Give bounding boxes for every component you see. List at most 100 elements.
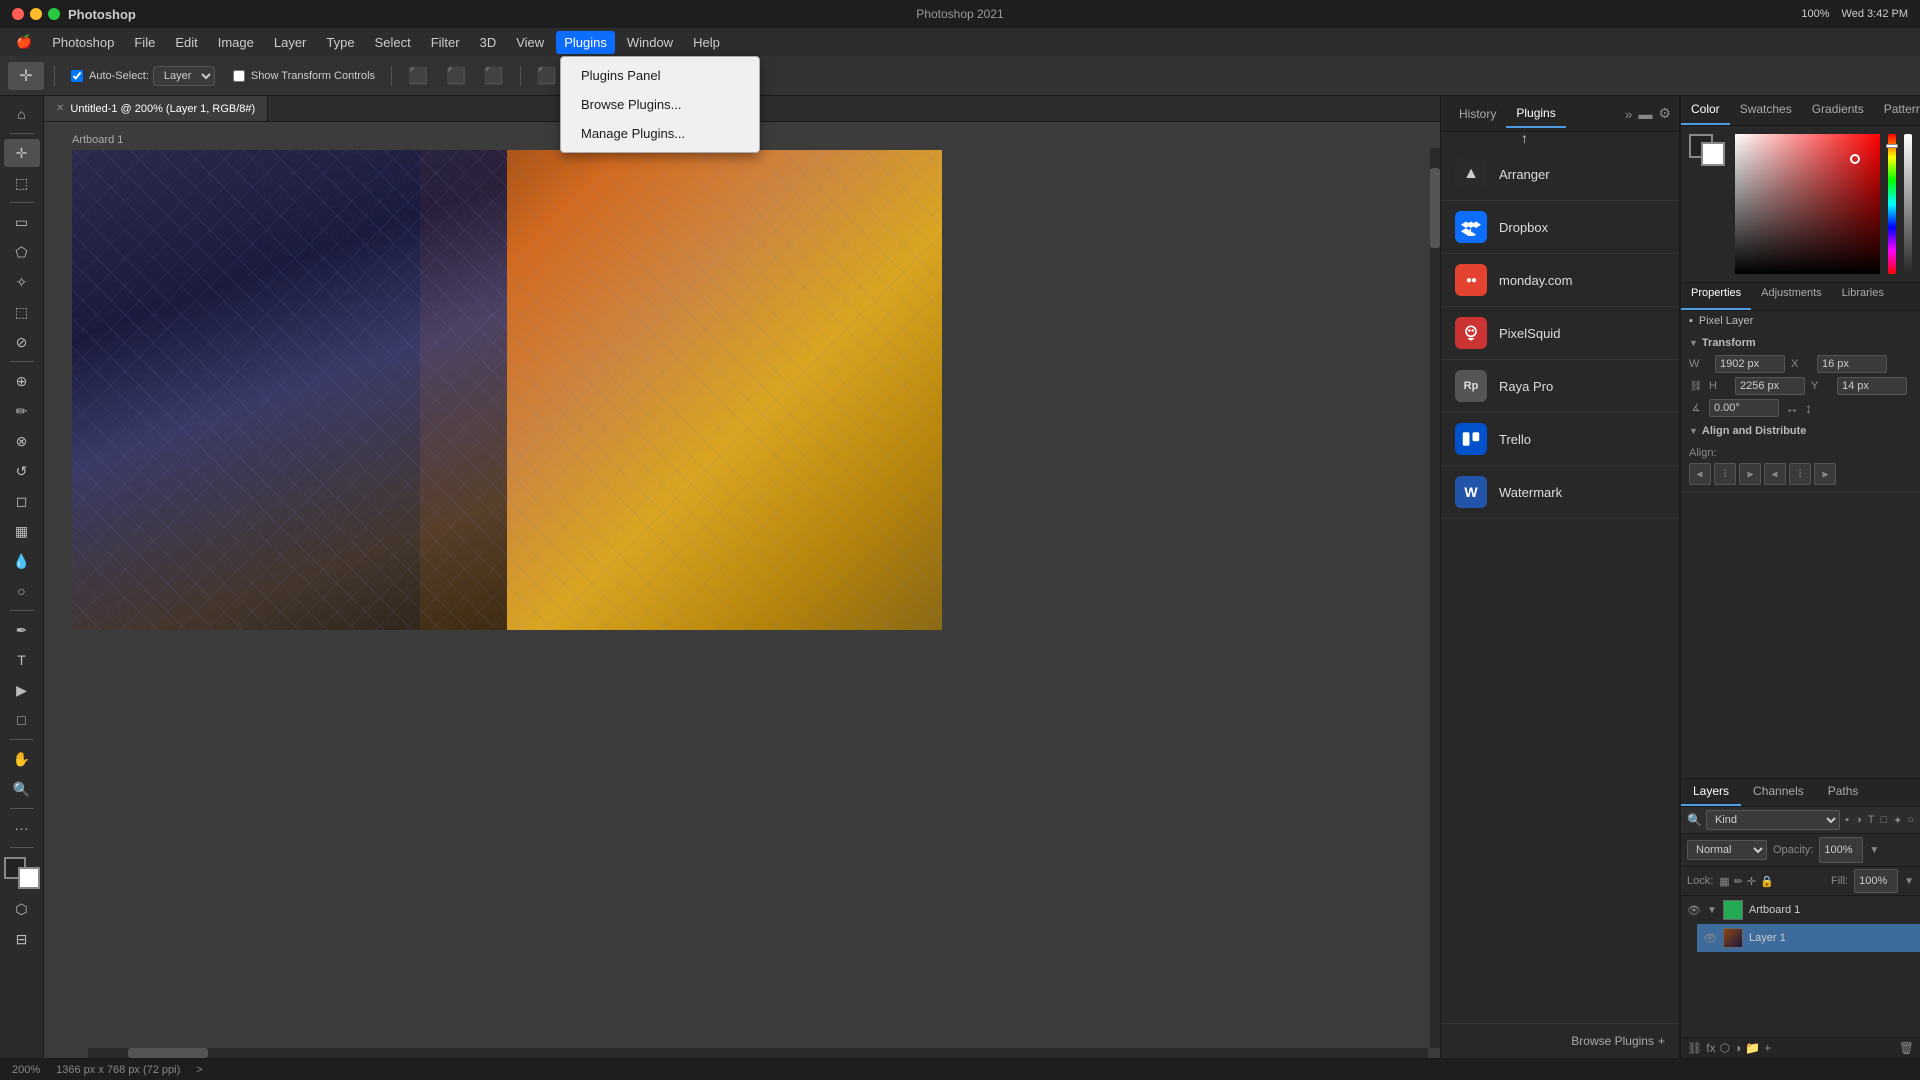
scrollbar-v-thumb[interactable]: [1430, 168, 1440, 248]
window-controls[interactable]: [12, 8, 60, 20]
menu-plugins[interactable]: Plugins: [556, 31, 615, 54]
menu-select[interactable]: Select: [367, 31, 419, 54]
lasso-tool[interactable]: ⬠: [4, 238, 40, 266]
move-tool-toolbar[interactable]: ✛: [8, 62, 44, 90]
dodge-tool[interactable]: ○: [4, 577, 40, 605]
fill-input[interactable]: 100%: [1854, 869, 1898, 893]
opacity-input[interactable]: 100%: [1819, 837, 1863, 863]
artboard-container[interactable]: [72, 150, 942, 630]
menu-help[interactable]: Help: [685, 31, 728, 54]
align-left-btn[interactable]: ⬛: [402, 63, 434, 89]
document-tab-1[interactable]: ✕ Untitled-1 @ 200% (Layer 1, RGB/8#): [44, 96, 268, 121]
align-top-edge-btn[interactable]: ⫷: [1764, 463, 1786, 485]
h-input[interactable]: [1735, 377, 1805, 395]
lock-all-btn[interactable]: 🔒: [1760, 875, 1774, 888]
plugin-pixelsquid[interactable]: PixelSquid: [1441, 307, 1679, 360]
artboard-expand[interactable]: ▼: [1707, 905, 1717, 916]
browse-plugins-btn[interactable]: Browse Plugins +: [1441, 1023, 1679, 1058]
filter-pixel-icon[interactable]: ▪: [1844, 813, 1850, 827]
zoom-tool[interactable]: 🔍: [4, 775, 40, 803]
libraries-tab[interactable]: Libraries: [1832, 283, 1894, 310]
layer-styles-icon[interactable]: fx: [1706, 1041, 1715, 1055]
color-gradient[interactable]: [1735, 134, 1880, 274]
home-tool[interactable]: ⌂: [4, 100, 40, 128]
manage-plugins-item[interactable]: Manage Plugins...: [561, 119, 759, 148]
adjustment-icon[interactable]: ◑: [1734, 1041, 1741, 1055]
paths-tab[interactable]: Paths: [1816, 779, 1871, 806]
artboard-visibility[interactable]: 👁: [1687, 904, 1701, 917]
align-left-edge-btn[interactable]: ⫷: [1689, 463, 1711, 485]
panel-settings-icon[interactable]: ⚙: [1658, 105, 1671, 122]
adjustments-tab[interactable]: Adjustments: [1751, 283, 1832, 310]
background-color[interactable]: [18, 867, 40, 889]
menu-3d[interactable]: 3D: [472, 31, 505, 54]
history-tab[interactable]: History: [1449, 101, 1506, 127]
crop-tool[interactable]: ⬚: [4, 298, 40, 326]
auto-select-checkbox[interactable]: [71, 70, 83, 82]
history-brush-tool[interactable]: ↺: [4, 457, 40, 485]
menu-image[interactable]: Image: [210, 31, 262, 54]
align-distribute-header[interactable]: ▼ Align and Distribute: [1681, 419, 1920, 441]
hue-cursor[interactable]: [1886, 144, 1898, 148]
menu-photoshop[interactable]: Photoshop: [44, 31, 122, 54]
x-input[interactable]: [1817, 355, 1887, 373]
w-input[interactable]: [1715, 355, 1785, 373]
canvas-content[interactable]: Artboard 1: [44, 122, 1440, 1058]
plugin-rayapro[interactable]: Rp Raya Pro: [1441, 360, 1679, 413]
menu-apple[interactable]: 🍎: [8, 30, 40, 54]
link-layers-icon[interactable]: ⛓: [1687, 1041, 1702, 1055]
plugin-dropbox[interactable]: Dropbox: [1441, 201, 1679, 254]
menu-filter[interactable]: Filter: [423, 31, 468, 54]
alpha-bar[interactable]: [1904, 134, 1912, 274]
minimize-button[interactable]: [30, 8, 42, 20]
align-bottom-edge-btn[interactable]: ⫸: [1814, 463, 1836, 485]
color-tab[interactable]: Color: [1681, 96, 1730, 125]
mask-icon[interactable]: ⬡: [1720, 1041, 1730, 1055]
group-icon[interactable]: 📁: [1745, 1041, 1760, 1055]
layer1-item[interactable]: 👁 Layer 1: [1697, 924, 1920, 952]
transform-controls-checkbox[interactable]: [233, 70, 245, 82]
align-right-btn[interactable]: ⬛: [478, 63, 510, 89]
menu-file[interactable]: File: [126, 31, 163, 54]
text-tool[interactable]: T: [4, 646, 40, 674]
channels-tab[interactable]: Channels: [1741, 779, 1816, 806]
blur-tool[interactable]: 💧: [4, 547, 40, 575]
swatches-tab[interactable]: Swatches: [1730, 96, 1802, 125]
gradients-tab[interactable]: Gradients: [1802, 96, 1874, 125]
menu-layer[interactable]: Layer: [266, 31, 315, 54]
fg-bg-colors[interactable]: [4, 857, 40, 889]
artboard-layer-item[interactable]: 👁 ▼ Artboard 1: [1681, 896, 1920, 924]
transform-header[interactable]: ▼ Transform: [1681, 331, 1920, 353]
plugin-trello[interactable]: Trello: [1441, 413, 1679, 466]
more-tools[interactable]: ···: [4, 814, 40, 842]
status-arrow[interactable]: >: [196, 1064, 202, 1076]
menu-window[interactable]: Window: [619, 31, 681, 54]
scrollbar-horizontal[interactable]: [88, 1048, 1428, 1058]
close-tab-icon[interactable]: ✕: [56, 103, 64, 114]
quick-select-tool[interactable]: ✧: [4, 268, 40, 296]
close-button[interactable]: [12, 8, 24, 20]
bg-color-swatch[interactable]: [1701, 142, 1725, 166]
filter-adjust-icon[interactable]: ◑: [1854, 813, 1863, 827]
plugin-watermark[interactable]: W Watermark: [1441, 466, 1679, 519]
filter-kind-select[interactable]: Kind: [1706, 810, 1840, 830]
align-right-edge-btn[interactable]: ⫸: [1739, 463, 1761, 485]
layers-tab[interactable]: Layers: [1681, 779, 1741, 806]
align-center-v-btn[interactable]: ⫶: [1789, 463, 1811, 485]
shape-tool[interactable]: □: [4, 706, 40, 734]
maximize-button[interactable]: [48, 8, 60, 20]
filter-text-icon[interactable]: T: [1867, 813, 1876, 827]
hue-bar[interactable]: [1888, 134, 1896, 274]
auto-select-dropdown[interactable]: Layer: [153, 66, 215, 86]
plugins-tab[interactable]: Plugins: [1506, 100, 1565, 128]
healing-tool[interactable]: ⊕: [4, 367, 40, 395]
filter-smart-icon[interactable]: ✦: [1892, 813, 1903, 828]
move-tool[interactable]: ✛: [4, 139, 40, 167]
filter-toggle[interactable]: ○: [1907, 814, 1914, 826]
plugin-arranger[interactable]: ▲ Arranger: [1441, 148, 1679, 201]
flip-v-icon[interactable]: ↕: [1805, 400, 1812, 416]
lock-pixels-btn[interactable]: ▦: [1719, 875, 1729, 888]
filter-shape-icon[interactable]: □: [1879, 813, 1888, 827]
blend-mode-select[interactable]: Normal: [1687, 840, 1767, 860]
eraser-tool[interactable]: ◻: [4, 487, 40, 515]
